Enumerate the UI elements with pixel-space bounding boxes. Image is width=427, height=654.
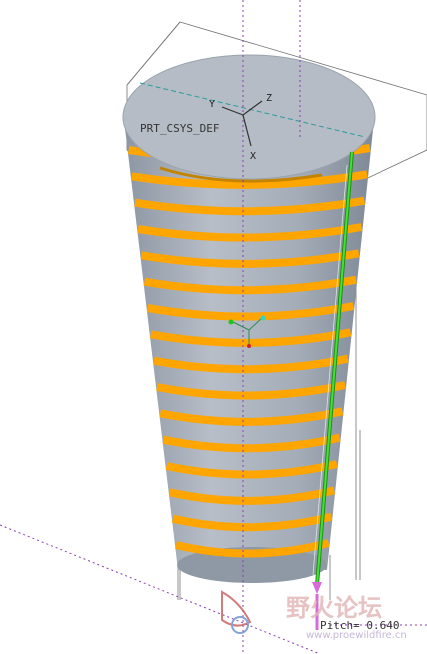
model-canvas[interactable]: Y Z X PRT_CSYS_DEF 野火论坛 www.proewildfire… xyxy=(0,0,427,654)
pitch-label[interactable]: Pitch= 0.640 xyxy=(320,619,399,632)
forum-watermark: 野火论坛 www.proewildfire.cn xyxy=(221,590,407,641)
top-cap[interactable] xyxy=(122,54,376,180)
mini-triad-origin-cyan xyxy=(260,315,266,321)
model-viewport[interactable]: Y Z X PRT_CSYS_DEF 野火论坛 www.proewildfire… xyxy=(0,0,427,654)
mini-triad-origin-red xyxy=(247,344,251,348)
csys-axis-z: Z xyxy=(266,93,272,104)
mini-triad-origin-green xyxy=(228,319,234,325)
csys-axis-x: X xyxy=(250,151,256,162)
csys-axis-y: Y xyxy=(209,99,215,110)
watermark-cn-text: 野火论坛 xyxy=(286,594,382,622)
csys-label[interactable]: PRT_CSYS_DEF xyxy=(140,122,219,135)
